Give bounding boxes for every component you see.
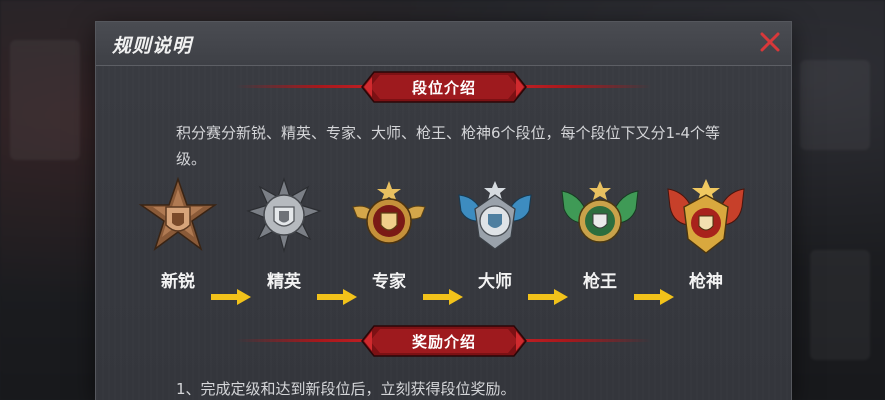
bronze-star-medal-icon xyxy=(138,177,218,251)
rank-item-1: 新锐 xyxy=(132,177,224,292)
banner-line-right xyxy=(511,339,651,342)
section-title-ranks: 段位介绍 xyxy=(411,79,476,97)
section-header-rewards: 奖励介绍 xyxy=(96,324,791,358)
blue-winged-medal-icon xyxy=(458,181,532,250)
ranks-description: 积分赛分新锐、精英、专家、大师、枪王、枪神6个段位，每个段位下又分1-4个等级。 xyxy=(176,124,721,168)
red-winged-medal-icon xyxy=(667,179,745,254)
banner-line-left xyxy=(236,339,376,342)
rules-dialog: 规则说明 段位介绍 积分赛分新锐、精英、专家、大师、枪王、枪神6个段位，每个段位… xyxy=(96,22,791,400)
rank-label: 枪王 xyxy=(583,272,617,292)
section-title-rewards: 奖励介绍 xyxy=(411,333,476,351)
gold-winged-medal-icon xyxy=(352,181,426,244)
silver-star-medal-icon xyxy=(246,177,322,254)
banner-plate: 奖励介绍 xyxy=(360,324,528,358)
section-header-ranks: 段位介绍 xyxy=(96,70,791,104)
dialog-title: 规则说明 xyxy=(112,35,193,57)
banner-line-left xyxy=(236,85,376,88)
rank-label: 枪神 xyxy=(689,272,723,292)
banner-plate: 段位介绍 xyxy=(360,70,528,104)
close-icon[interactable] xyxy=(757,29,783,55)
banner-line-right xyxy=(511,85,651,88)
rank-label: 专家 xyxy=(372,272,406,292)
rank-item-6: 枪神 xyxy=(660,177,752,292)
rank-item-2: 精英 xyxy=(238,177,330,292)
rank-item-3: 专家 xyxy=(343,177,435,292)
rank-item-4: 大师 xyxy=(449,177,541,292)
reward-rule-1: 1、完成定级和达到新段位后，立刻获得段位奖励。 xyxy=(176,380,516,398)
dialog-titlebar: 规则说明 xyxy=(96,22,791,66)
rank-item-5: 枪王 xyxy=(554,177,646,292)
green-winged-medal-icon xyxy=(561,181,639,243)
